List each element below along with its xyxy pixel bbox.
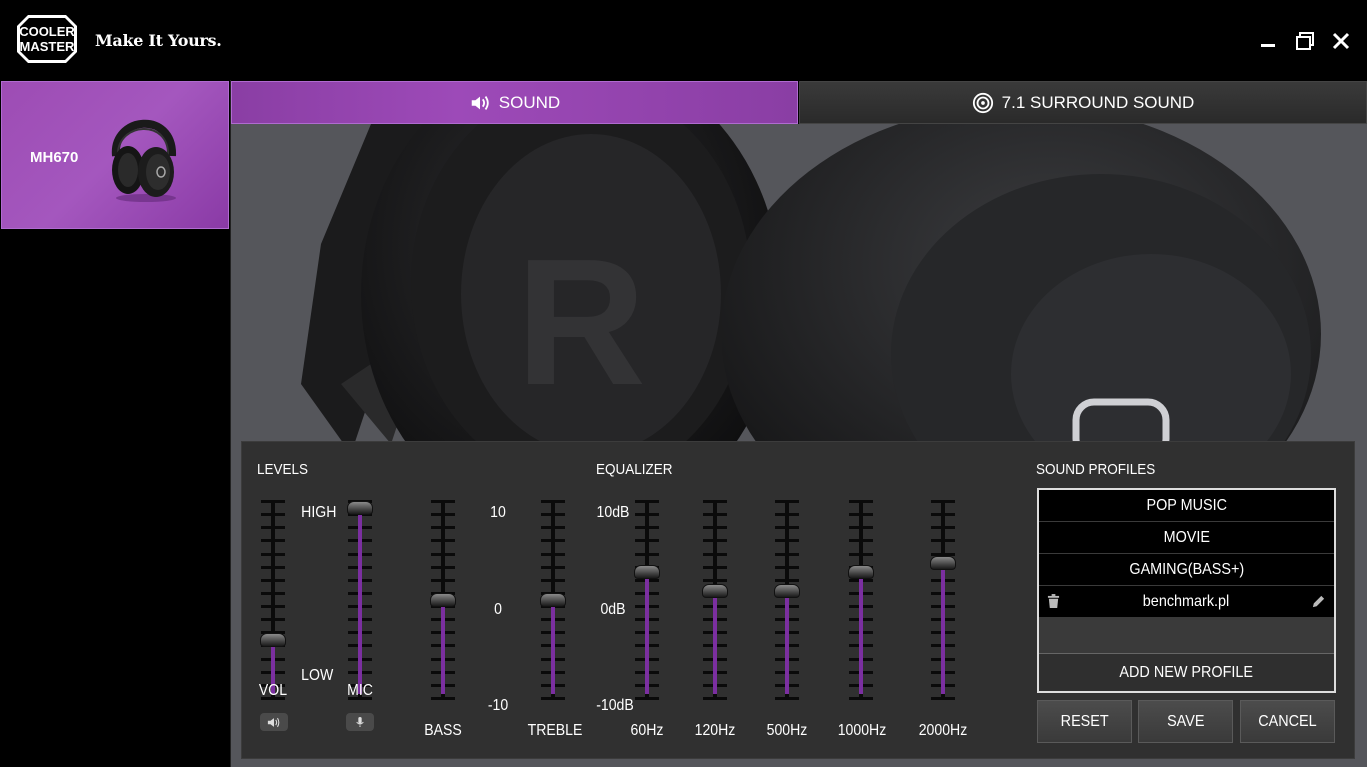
edit-pencil-icon[interactable]: [1311, 594, 1326, 609]
slider-knob[interactable]: [774, 583, 800, 598]
mic-label: MIC: [347, 682, 373, 699]
tab-sound-label: SOUND: [498, 92, 561, 112]
equalizer-title: EQUALIZER: [596, 461, 673, 478]
eq-slider-60hz[interactable]: [630, 500, 664, 700]
slider-knob[interactable]: [260, 633, 286, 648]
eq-slider-2000hz[interactable]: [926, 500, 960, 700]
tab-surround-label: 7.1 SURROUND SOUND: [1001, 92, 1195, 112]
tab-sound[interactable]: SOUND: [231, 81, 798, 124]
headset-image: [98, 106, 188, 206]
level-low-label: LOW: [301, 667, 334, 684]
bass-slider[interactable]: [426, 500, 460, 700]
slider-knob[interactable]: [930, 556, 956, 571]
slogan: Make It Yours.: [95, 31, 222, 50]
save-label: SAVE: [1166, 712, 1205, 730]
slider-knob[interactable]: [634, 565, 660, 580]
sound-profiles-title: SOUND PROFILES: [1036, 461, 1156, 478]
eq-max-label: 10dB: [596, 504, 630, 521]
slider-knob[interactable]: [347, 501, 373, 515]
profile-item-benchmark[interactable]: benchmark.pl: [1039, 586, 1334, 617]
reset-label: RESET: [1060, 712, 1109, 730]
volume-slider[interactable]: [256, 500, 290, 700]
mic-slider[interactable]: [343, 500, 377, 700]
profile-item-gaming[interactable]: GAMING(BASS+): [1039, 554, 1334, 585]
eq-mid-label: 0dB: [600, 601, 626, 618]
eq-band-label: 2000Hz: [918, 722, 968, 739]
device-card-mh670[interactable]: MH670: [1, 81, 229, 229]
tone-min-label: -10: [487, 697, 509, 714]
add-profile-label: ADD NEW PROFILE: [1119, 663, 1254, 681]
reset-button[interactable]: RESET: [1037, 700, 1132, 743]
treble-slider[interactable]: [536, 500, 570, 700]
device-name: MH670: [30, 149, 79, 166]
slider-knob[interactable]: [702, 583, 728, 598]
eq-slider-120hz[interactable]: [698, 500, 732, 700]
tone-mid-label: 0: [494, 601, 502, 618]
slider-knob[interactable]: [848, 565, 874, 580]
close-button[interactable]: [1330, 30, 1352, 52]
microphone-icon: [346, 713, 374, 731]
close-icon: [1332, 32, 1350, 50]
treble-label: TREBLE: [527, 722, 583, 739]
profile-item-pop-music[interactable]: POP MUSIC: [1039, 490, 1334, 521]
minimize-button[interactable]: [1258, 30, 1280, 52]
surround-speaker-icon: [972, 92, 993, 113]
level-high-label: HIGH: [301, 504, 337, 521]
title-bar: COOLER MASTER Make It Yours.: [0, 0, 1367, 80]
sound-control-panel: LEVELS EQUALIZER SOUND PROFILES HIGH LOW…: [241, 441, 1355, 759]
profile-item-movie[interactable]: MOVIE: [1039, 522, 1334, 553]
profile-label: GAMING(BASS+): [1129, 560, 1244, 578]
tone-max-label: 10: [490, 504, 506, 521]
cancel-label: CANCEL: [1258, 712, 1317, 730]
cancel-button[interactable]: CANCEL: [1240, 700, 1335, 743]
cooler-master-logo: COOLER MASTER: [16, 14, 78, 64]
trash-icon[interactable]: [1047, 594, 1060, 609]
svg-text:COOLER: COOLER: [19, 24, 75, 39]
profile-label: MOVIE: [1163, 528, 1210, 546]
slider-knob[interactable]: [430, 593, 456, 607]
eq-band-label: 120Hz: [694, 722, 736, 739]
save-button[interactable]: SAVE: [1138, 700, 1233, 743]
profile-label: benchmark.pl: [1143, 592, 1230, 610]
svg-text:R: R: [516, 222, 646, 423]
speaker-icon: [471, 95, 489, 110]
bass-label: BASS: [424, 722, 462, 739]
volume-icon: [260, 713, 288, 731]
eq-slider-500hz[interactable]: [770, 500, 804, 700]
eq-band-label: 500Hz: [766, 722, 808, 739]
tab-surround-sound[interactable]: 7.1 SURROUND SOUND: [799, 81, 1367, 124]
vol-label: VOL: [258, 682, 288, 699]
eq-slider-1000hz[interactable]: [844, 500, 878, 700]
device-sidebar: MH670: [0, 80, 231, 767]
eq-band-label: 60Hz: [630, 722, 664, 739]
levels-title: LEVELS: [257, 461, 309, 478]
eq-band-label: 1000Hz: [837, 722, 887, 739]
slider-knob[interactable]: [540, 593, 566, 607]
minimize-icon: [1261, 44, 1275, 47]
svg-text:MASTER: MASTER: [20, 39, 76, 54]
add-new-profile-button[interactable]: ADD NEW PROFILE: [1039, 653, 1334, 691]
sound-profiles-list: POP MUSIC MOVIE GAMING(BASS+) benchmark.…: [1037, 488, 1336, 693]
profile-label: POP MUSIC: [1146, 496, 1227, 514]
restore-button[interactable]: [1294, 30, 1316, 52]
restore-icon: [1296, 32, 1314, 50]
